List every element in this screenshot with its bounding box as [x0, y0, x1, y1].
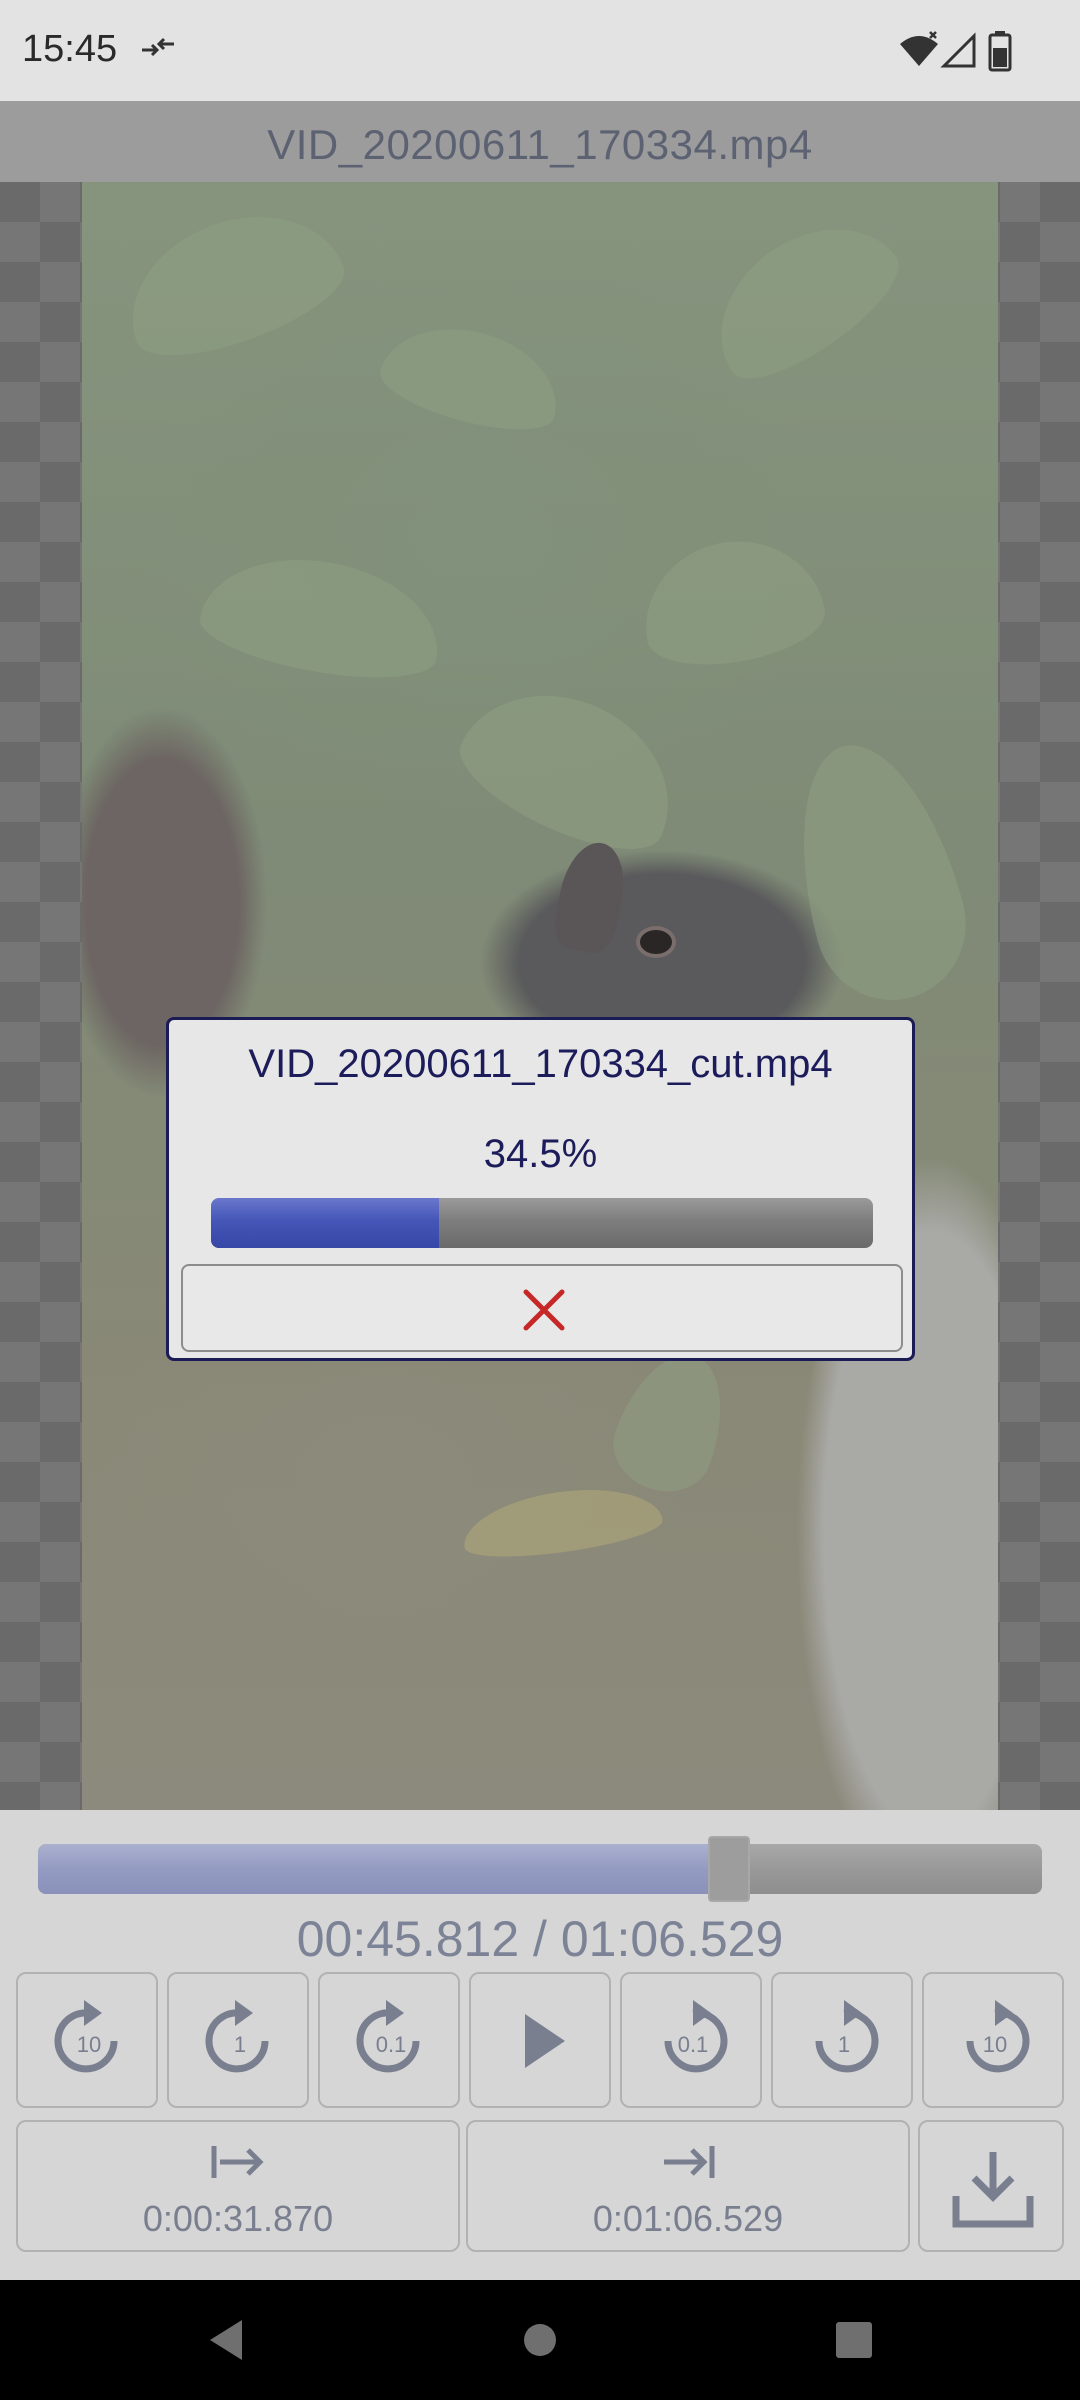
progress-percent: 34.5%: [483, 1132, 598, 1176]
squirrel-ear: [549, 836, 633, 958]
trim-start-time: 0:00:31.870: [142, 2198, 334, 2239]
forward-0.1-button[interactable]: 0.1: [620, 1972, 762, 2108]
title-bar: VID_20200611_170334.mp4: [0, 101, 1080, 182]
navigation-bar: [0, 2280, 1080, 2400]
seek-handle[interactable]: [707, 1836, 750, 1902]
rewind-0.1-label: 0.1: [376, 2032, 407, 2057]
rewind-0.1-button[interactable]: 0.1: [318, 1972, 460, 2108]
export-progress-bar: [211, 1198, 873, 1248]
home-icon[interactable]: [512, 2312, 568, 2368]
rewind-1-button[interactable]: 1: [167, 1972, 309, 2108]
rewind-0.1-icon: 0.1: [356, 2000, 420, 2073]
wifi-icon: [900, 31, 938, 66]
forward-1-button[interactable]: 1: [771, 1972, 913, 2108]
forward-10-button[interactable]: 10: [922, 1972, 1064, 2108]
export-progress-fill: [211, 1198, 440, 1248]
output-filename: VID_20200611_170334_cut.mp4: [248, 1042, 833, 1086]
status-time: 15:45: [22, 28, 118, 70]
video-frame: [82, 182, 998, 1810]
forward-1-icon: 1: [815, 2000, 879, 2073]
forward-0.1-icon: 0.1: [664, 2000, 728, 2073]
forward-1-label: 1: [838, 2032, 850, 2057]
rewind-1-label: 1: [234, 2032, 246, 2057]
forward-0.1-label: 0.1: [678, 2032, 709, 2057]
cancel-export-button[interactable]: [181, 1264, 903, 1352]
time-readout: 00:45.812 / 01:06.529: [296, 1911, 784, 1967]
play-button[interactable]: [469, 1972, 611, 2108]
set-end-button[interactable]: 0:01:06.529: [466, 2120, 910, 2252]
set-end-icon: [664, 2146, 715, 2178]
play-icon: [525, 2014, 565, 2068]
seek-bar[interactable]: [38, 1844, 1042, 1894]
status-bar: 15:45: [0, 0, 1080, 101]
save-cut-button[interactable]: [918, 2120, 1064, 2252]
export-progress-dialog: VID_20200611_170334_cut.mp4 34.5%: [166, 1017, 915, 1361]
squirrel-eye: [636, 926, 676, 958]
signal-icon: [940, 32, 976, 68]
battery-icon: [988, 31, 1012, 72]
forward-10-icon: 10: [966, 2000, 1030, 2073]
data-saver-icon: [142, 37, 174, 57]
forward-10-label: 10: [983, 2032, 1007, 2057]
set-start-button[interactable]: 0:00:31.870: [16, 2120, 460, 2252]
close-icon: [523, 1289, 565, 1331]
rewind-10-label: 10: [77, 2032, 101, 2057]
rewind-10-button[interactable]: 10: [16, 1972, 158, 2108]
video-title: VID_20200611_170334.mp4: [267, 121, 813, 168]
trim-end-time: 0:01:06.529: [592, 2198, 784, 2239]
set-start-icon: [211, 2146, 264, 2178]
back-icon[interactable]: [198, 2312, 254, 2368]
seek-bar-played: [38, 1844, 729, 1894]
download-icon: [952, 2152, 1034, 2228]
video-viewport[interactable]: [0, 182, 1080, 1810]
recents-icon[interactable]: [826, 2312, 882, 2368]
rewind-1-icon: 1: [205, 2000, 269, 2073]
rewind-10-icon: 10: [54, 2000, 118, 2073]
